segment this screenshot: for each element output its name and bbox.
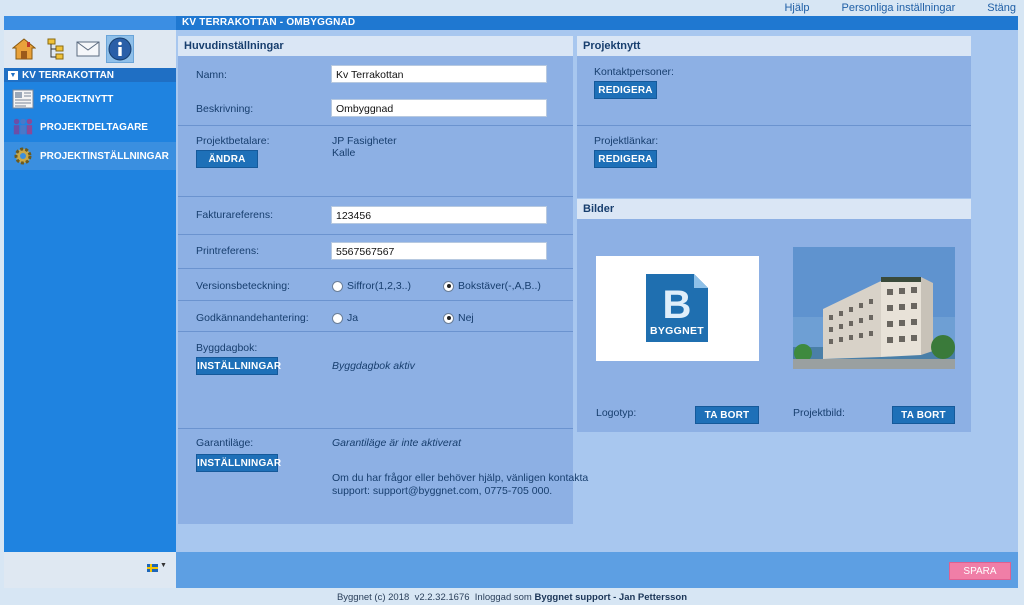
- footer-logged-in-prefix: Inloggad som: [474, 592, 532, 603]
- tree-icon[interactable]: [42, 35, 70, 63]
- sidebar-item-projektinstallningar[interactable]: PROJEKTINSTÄLLNINGAR: [4, 142, 176, 170]
- divider: [178, 428, 573, 429]
- approval-option-yes[interactable]: Ja: [332, 312, 358, 324]
- page-title: KV TERRAKOTTAN - OMBYGGNAD: [176, 16, 1018, 30]
- name-label: Namn:: [196, 69, 227, 81]
- footer-user: Byggnet support - Jan Pettersson: [534, 592, 688, 603]
- help-link[interactable]: Hjälp: [784, 2, 809, 16]
- project-image: [793, 247, 955, 369]
- approval-label: Godkännandehantering:: [196, 312, 309, 324]
- sidebar-item-label: PROJEKTDELTAGARE: [40, 121, 148, 133]
- swedish-flag-icon[interactable]: [147, 564, 158, 572]
- bottom-bar: [176, 552, 1018, 588]
- footer: Byggnet (c) 2018 v2.2.32.1676 Inloggad s…: [0, 592, 1024, 603]
- chevron-down-icon[interactable]: ▼: [160, 562, 167, 569]
- edit-contacts-button[interactable]: REDIGERA: [594, 81, 657, 99]
- sidebar-item-projektdeltagare[interactable]: PROJEKTDELTAGARE: [4, 113, 176, 141]
- gear-icon: [12, 145, 34, 167]
- invoice-ref-label: Fakturareferens:: [196, 209, 274, 221]
- invoice-ref-input[interactable]: [331, 206, 547, 224]
- radio-button[interactable]: [443, 312, 454, 324]
- close-link[interactable]: Stäng: [987, 2, 1016, 16]
- newspaper-icon: [12, 88, 34, 110]
- save-button[interactable]: SPARA: [949, 562, 1011, 580]
- print-ref-input[interactable]: [331, 242, 547, 260]
- payer-company: JP Fasigheter: [332, 135, 397, 147]
- divider: [577, 125, 971, 126]
- diary-status: Byggdagbok aktiv: [332, 360, 415, 372]
- sidebar-item-label: PROJEKTINSTÄLLNINGAR: [40, 150, 169, 162]
- logo-text: BYGGNET: [649, 325, 705, 337]
- remove-project-image-button[interactable]: TA BORT: [892, 406, 955, 424]
- help-text-line1: Om du har frågor eller behöver hjälp, vä…: [332, 472, 589, 484]
- footer-version: v2.2.32.1676: [414, 592, 470, 603]
- payer-person: Kalle: [332, 147, 356, 159]
- version-label: Versionsbeteckning:: [196, 280, 290, 292]
- name-input[interactable]: [331, 65, 547, 83]
- divider: [178, 196, 573, 197]
- help-text-line2: support: support@byggnet.com, 0775-705 0…: [332, 485, 553, 497]
- diary-label: Byggdagbok:: [196, 342, 258, 354]
- top-links: Hjälp Personliga inställningar Stäng: [752, 2, 1016, 16]
- logo-label: Logotyp:: [596, 407, 637, 419]
- approval-option-no[interactable]: Nej: [443, 312, 474, 324]
- edit-links-button[interactable]: REDIGERA: [594, 150, 657, 168]
- warranty-settings-button[interactable]: INSTÄLLNINGAR: [196, 454, 281, 472]
- description-label: Beskrivning:: [196, 103, 254, 115]
- project-name: KV TERRAKOTTAN: [22, 70, 115, 81]
- project-news-title: Projektnytt: [577, 36, 971, 56]
- print-ref-label: Printreferens:: [196, 245, 260, 257]
- logo-image: B BYGGNET: [596, 256, 759, 361]
- divider: [178, 268, 573, 269]
- home-icon[interactable]: [10, 35, 38, 63]
- diary-settings-button[interactable]: INSTÄLLNINGAR: [196, 357, 281, 375]
- divider: [178, 125, 573, 126]
- footer-copyright: Byggnet (c) 2018: [336, 592, 410, 603]
- divider: [178, 300, 573, 301]
- radio-button[interactable]: [443, 280, 454, 292]
- contacts-label: Kontaktpersoner:: [594, 66, 674, 78]
- warranty-label: Garantiläge:: [196, 437, 254, 449]
- remove-logo-button[interactable]: TA BORT: [695, 406, 759, 424]
- divider: [178, 234, 573, 235]
- collapse-triangle-icon[interactable]: ▼: [8, 71, 18, 80]
- divider: [178, 331, 573, 332]
- mail-icon[interactable]: [74, 35, 102, 63]
- description-input[interactable]: [331, 99, 547, 117]
- payer-label: Projektbetalare:: [196, 135, 270, 147]
- version-option-letters[interactable]: Bokstäver(-,A,B..): [443, 280, 541, 292]
- sidebar-item-label: PROJEKTNYTT: [40, 93, 114, 105]
- sidebar-item-projektnytt[interactable]: PROJEKTNYTT: [4, 85, 176, 113]
- sidebar-toolbar: [4, 30, 176, 68]
- project-header[interactable]: ▼ KV TERRAKOTTAN: [4, 68, 176, 82]
- images-title: Bilder: [577, 199, 971, 219]
- project-news-panel: [577, 36, 971, 198]
- radio-button[interactable]: [332, 280, 343, 292]
- personal-settings-link[interactable]: Personliga inställningar: [842, 2, 956, 16]
- svg-text:B: B: [663, 283, 692, 327]
- change-payer-button[interactable]: ÄNDRA: [196, 150, 258, 168]
- main-settings-title: Huvudinställningar: [178, 36, 573, 56]
- warranty-status: Garantiläge är inte aktiverat: [332, 437, 461, 449]
- participants-icon: [12, 116, 34, 138]
- radio-button[interactable]: [332, 312, 343, 324]
- version-option-digits[interactable]: Siffror(1,2,3..): [332, 280, 411, 292]
- project-image-label: Projektbild:: [793, 407, 845, 419]
- info-icon[interactable]: [106, 35, 134, 63]
- links-label: Projektlänkar:: [594, 135, 659, 147]
